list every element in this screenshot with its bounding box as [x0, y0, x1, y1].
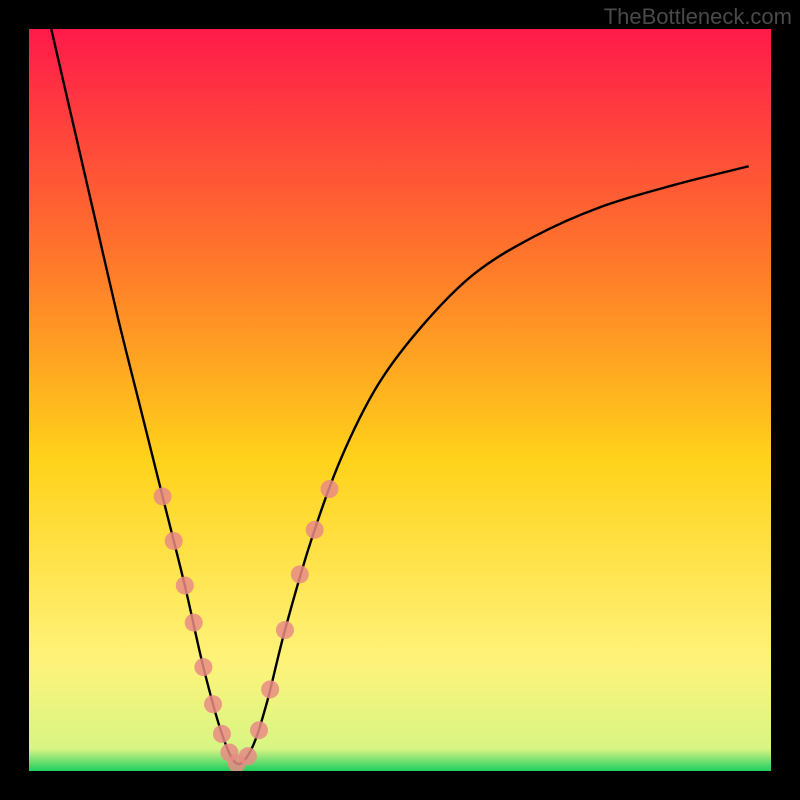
highlight-dot — [176, 577, 194, 595]
highlight-dot — [185, 614, 203, 632]
highlight-dot — [194, 658, 212, 676]
highlight-dot — [239, 747, 257, 765]
gradient-background — [29, 29, 771, 771]
highlight-dot — [276, 621, 294, 639]
watermark-text: TheBottleneck.com — [604, 4, 792, 30]
highlight-dot — [291, 565, 309, 583]
bottleneck-chart — [29, 29, 771, 771]
highlight-dot — [204, 695, 222, 713]
highlight-dot — [165, 532, 183, 550]
highlight-dot — [261, 680, 279, 698]
highlight-dot — [321, 480, 339, 498]
highlight-dot — [213, 725, 231, 743]
highlight-dot — [306, 521, 324, 539]
highlight-dot — [154, 487, 172, 505]
highlight-dot — [250, 721, 268, 739]
chart-frame — [29, 29, 771, 771]
